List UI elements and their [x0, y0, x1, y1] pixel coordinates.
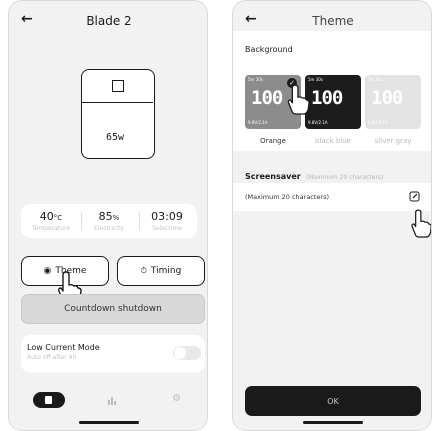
thumb-power: 9.8V/2.1A [248, 120, 268, 125]
theme-name-black-blue: black blue [315, 137, 351, 145]
countdown-shutdown-button[interactable]: Countdown shutdown [21, 294, 205, 324]
stat-label: Temperature [31, 225, 70, 232]
stat-value: 03:09 [151, 210, 183, 223]
thumb-timer: 5m 30s [248, 77, 263, 82]
stats-icon[interactable] [107, 395, 117, 405]
back-arrow-icon[interactable]: ← [245, 11, 257, 27]
thumb-power: 9.8V/2.1A [308, 120, 328, 125]
device-button-icon [112, 80, 124, 92]
background-label: Background [245, 45, 293, 54]
screensaver-heading: Screensaver (Maximum 20 characters) [245, 164, 383, 183]
low-current-title: Low Current Mode [27, 343, 100, 352]
low-current-toggle[interactable] [173, 346, 201, 360]
stat-value: 85 [98, 210, 113, 223]
stopwatch-icon: ⏱ [140, 266, 147, 275]
screensaver-input-row[interactable]: (Maximum 20 characters) [233, 183, 431, 211]
stats-card: 40°C Temperature 85% Electricity 03:09 S… [21, 204, 197, 238]
ok-label: OK [327, 396, 339, 406]
back-arrow-icon[interactable]: ← [21, 11, 33, 27]
stat-unit: °C [53, 214, 63, 222]
stat-temperature: 40°C Temperature [21, 204, 81, 232]
timing-button-label: Timing [150, 266, 182, 276]
thumb-timer: 5m 30s [308, 77, 323, 82]
theme-name-silver-gray: silver gray [374, 137, 412, 145]
toggle-knob [174, 347, 186, 359]
home-indicator [79, 421, 139, 424]
stat-unit: % [112, 214, 120, 222]
stat-label: Electricity [94, 225, 124, 232]
theme-option-silver-gray[interactable]: 5m 30s 100 9.8V/2.1A [365, 75, 421, 129]
low-current-subtitle: Auto off after 4h [27, 354, 77, 361]
device-illustration: 65w [81, 69, 155, 159]
device-reading: 65w [106, 132, 125, 143]
screensaver-title: Screensaver [245, 172, 301, 181]
timing-button[interactable]: ⏱ Timing [117, 256, 205, 286]
gear-icon[interactable]: ⚙ [172, 393, 181, 404]
edit-icon[interactable] [409, 191, 420, 202]
thumb-timer: 5m 30s [368, 77, 383, 82]
theme-name-orange: Orange [260, 137, 286, 145]
thumb-display: 100 [371, 87, 403, 109]
screensaver-hint: (Maximum 20 characters) [305, 174, 384, 181]
palette-icon: ◉ [43, 266, 52, 276]
hand-pointer-icon [411, 209, 431, 238]
nav-device-button[interactable] [33, 392, 65, 408]
page-title: Blade 2 [86, 14, 132, 28]
device-screen: ← Blade 2 65w 40°C Temperature 85% Elect… [8, 0, 208, 431]
thumb-display: 100 [311, 87, 343, 109]
countdown-label: Countdown shutdown [64, 304, 162, 314]
page-title: Theme [312, 14, 354, 28]
home-indicator [303, 421, 363, 424]
screensaver-input[interactable]: (Maximum 20 characters) [245, 193, 329, 201]
thumb-display: 100 [251, 87, 283, 109]
stat-selectime: 03:09 Selectime [137, 204, 197, 232]
stat-label: Selectime [152, 225, 182, 232]
low-current-card: Low Current Mode Auto off after 4h [21, 335, 205, 373]
thumb-power: 9.8V/2.1A [368, 120, 388, 125]
theme-option-black-blue[interactable]: 5m 30s 100 9.8V/2.1A [305, 75, 361, 129]
hand-pointer-icon [287, 84, 310, 115]
theme-screen: ← Theme Background 5m 30s 100 9.8V/2.1A … [232, 0, 432, 431]
stat-value: 40 [39, 210, 54, 223]
device-icon [45, 396, 52, 404]
device-divider [82, 102, 153, 103]
stat-electricity: 85% Electricity [79, 204, 139, 232]
ok-button[interactable]: OK [245, 386, 421, 416]
